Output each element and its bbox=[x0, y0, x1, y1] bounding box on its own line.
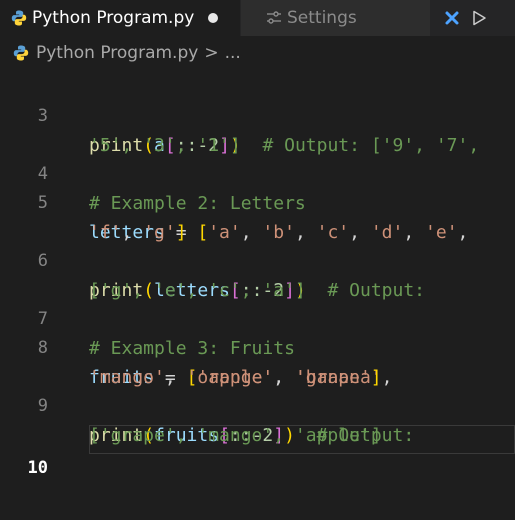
code-line-wrapped[interactable]: ['g', 'e', 'c', 'a'] bbox=[0, 247, 515, 301]
tab-label: Python Program.py bbox=[32, 8, 195, 28]
tab-settings[interactable]: Settings bbox=[240, 0, 430, 36]
line-number: 10 bbox=[27, 458, 48, 478]
code-line-wrapped[interactable]: ['grape', 'mango', 'apple'] bbox=[0, 392, 515, 446]
code-line-current[interactable]: 10 bbox=[0, 425, 515, 478]
python-file-icon bbox=[11, 10, 27, 26]
settings-sliders-icon bbox=[267, 11, 281, 24]
code-line-wrapped[interactable]: 'f', 'g'] bbox=[0, 189, 515, 243]
code-line-wrapped[interactable]: '5', '3', '1'] bbox=[0, 102, 515, 156]
breadcrumb-separator: > bbox=[204, 43, 219, 63]
code-line[interactable]: 9 print(fruits[::-2]) # Output: bbox=[0, 363, 515, 446]
code-editor[interactable]: 3 print(a[::-2]) # Output: ['9', '7', '5… bbox=[0, 70, 515, 520]
code-line[interactable]: 3 print(a[::-2]) # Output: ['9', '7', bbox=[0, 73, 515, 156]
code-line[interactable]: 5 letters = ['a', 'b', 'c', 'd', 'e', bbox=[0, 160, 515, 243]
breadcrumb-file[interactable]: Python Program.py bbox=[36, 43, 198, 63]
unsaved-dot-icon[interactable] bbox=[208, 13, 219, 23]
code-line[interactable]: 8 fruits = ['apple', 'banana', bbox=[0, 305, 515, 388]
code-line[interactable]: 6 print(letters[::-2]) # Output: bbox=[0, 218, 515, 301]
code-line[interactable]: 7 # Example 3: Fruits bbox=[0, 276, 515, 359]
breadcrumb-symbols[interactable]: ... bbox=[225, 43, 241, 63]
python-file-icon bbox=[13, 45, 29, 61]
breadcrumb: Python Program.py > ... bbox=[0, 36, 515, 70]
editor-actions bbox=[430, 0, 515, 36]
code-line-wrapped[interactable]: 'mango', 'orange', 'grape'] bbox=[0, 334, 515, 388]
run-icon[interactable] bbox=[470, 9, 488, 27]
tab-python-program[interactable]: Python Program.py bbox=[0, 0, 240, 36]
tab-label: Settings bbox=[287, 8, 357, 28]
code-line[interactable]: 4 # Example 2: Letters bbox=[0, 131, 515, 214]
tab-bar: Python Program.py Settings bbox=[0, 0, 515, 36]
debug-icon[interactable] bbox=[444, 10, 460, 26]
